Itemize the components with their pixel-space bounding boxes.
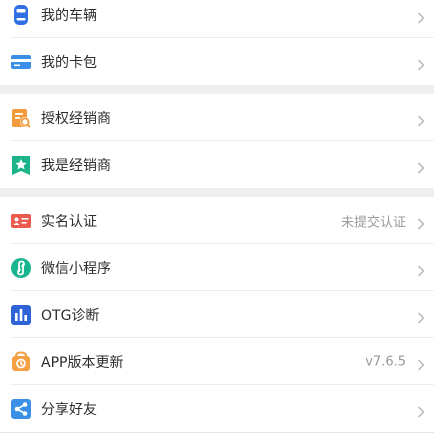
- menu-item-label: 授权经销商: [41, 110, 111, 127]
- list-bottom-border: [0, 432, 434, 433]
- menu-item-label: 我的卡包: [41, 54, 97, 71]
- auth-status-value: 未提交认证: [340, 215, 406, 230]
- menu-item-label: 我的车辆: [41, 8, 97, 24]
- app-version-value: v7.6.5: [365, 354, 406, 369]
- section-gap: [0, 85, 434, 94]
- chevron-right-icon: [417, 9, 425, 24]
- menu-item-i-am-dealer[interactable]: 我是经销商: [0, 141, 434, 188]
- menu-item-share-friends[interactable]: 分享好友: [0, 385, 434, 432]
- share-icon: [10, 398, 32, 420]
- menu-item-label: 我是经销商: [41, 157, 111, 174]
- menu-item-label: OTG诊断: [41, 307, 100, 324]
- menu-item-real-name-auth[interactable]: 实名认证 未提交认证: [0, 197, 434, 244]
- chevron-right-icon: [417, 262, 425, 276]
- authorize-dealer-icon: [10, 107, 32, 129]
- chevron-right-icon: [417, 403, 425, 417]
- menu-item-wechat-mini-program[interactable]: 微信小程序: [0, 244, 434, 291]
- section-gap: [0, 188, 434, 197]
- menu-item-my-vehicles[interactable]: 我的车辆: [0, 0, 434, 38]
- menu-item-authorized-dealer[interactable]: 授权经销商: [0, 94, 434, 141]
- car-icon: [10, 4, 32, 26]
- menu-item-my-card-pack[interactable]: 我的卡包: [0, 38, 434, 85]
- menu-item-label: 分享好友: [41, 401, 97, 418]
- menu-item-label: APP版本更新: [41, 354, 124, 371]
- update-icon: [10, 350, 32, 373]
- menu-item-label: 实名认证: [41, 213, 97, 230]
- chevron-right-icon: [417, 159, 425, 173]
- id-card-icon: [10, 210, 32, 232]
- chevron-right-icon: [417, 56, 425, 70]
- otg-chart-icon: [10, 304, 32, 326]
- menu-item-label: 微信小程序: [41, 260, 111, 277]
- dealer-star-icon: [10, 154, 32, 176]
- menu-item-otg-diagnosis[interactable]: OTG诊断: [0, 291, 434, 338]
- card-icon: [10, 51, 32, 73]
- mini-program-icon: [10, 257, 32, 279]
- chevron-right-icon: [417, 215, 425, 229]
- chevron-right-icon: [417, 112, 425, 126]
- settings-list: 我的车辆 我的卡包 授权经销商 我是经销商 实名认证 未提交认证 微信小程序 O…: [0, 0, 434, 433]
- chevron-right-icon: [417, 356, 425, 370]
- chevron-right-icon: [417, 309, 425, 323]
- menu-item-app-update[interactable]: APP版本更新 v7.6.5: [0, 338, 434, 385]
